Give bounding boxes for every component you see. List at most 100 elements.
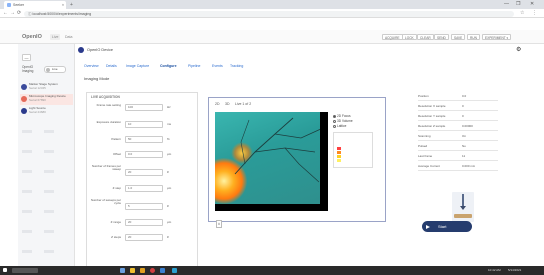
acquire-button[interactable]: ACQUIRE (382, 34, 403, 40)
start-label: Start (438, 224, 447, 229)
status-row: Position 0.0 (418, 92, 498, 101)
back-icon[interactable]: ← (3, 10, 8, 16)
microscope-image[interactable] (215, 112, 328, 204)
status-label: Resolution X sample (418, 104, 446, 108)
favicon-icon (7, 3, 11, 7)
field-label: Number of frames per sweep (91, 164, 121, 172)
main-panel: OpenIO Device ⚙ Overview Details Image C… (76, 44, 526, 272)
status-label: Pulsed (418, 144, 428, 148)
frames-per-sweep-input[interactable]: 20 (125, 169, 163, 176)
radio-lattice[interactable]: Lattice (333, 124, 346, 128)
experiment-dropdown[interactable]: EXPERIMENT ▾ (482, 34, 512, 40)
collapse-button[interactable]: — (22, 54, 31, 61)
bookmark-star-icon[interactable]: ☆ (520, 10, 524, 16)
browser-tab-label: Seeker (13, 3, 25, 7)
status-value: 0 (462, 114, 464, 118)
status-row: Resolution Y sample 0 (418, 112, 498, 121)
sidebar-item-device-2[interactable]: Microscope Imaging Device Serial 67890 (20, 94, 73, 105)
tab-tracking[interactable]: Tracking (230, 64, 243, 68)
field-unit: % (167, 137, 170, 141)
taskbar-app-icon[interactable] (172, 268, 177, 273)
save-button[interactable]: SAVE (451, 34, 466, 40)
taskbar-app-icon[interactable] (120, 268, 125, 273)
sidebar-item-device-1[interactable]: Marker Stage System Serial 12345 (20, 82, 73, 93)
image-viewer: 2D 3D Live 1 of 2 2D Focus 3D Volume Lat… (208, 97, 386, 222)
maximize-icon[interactable]: ❐ (516, 1, 520, 7)
reload-icon[interactable]: ⟳ (17, 10, 21, 16)
z-step-input[interactable]: 1.0 (125, 185, 163, 192)
viewer-control-button[interactable]: ⇕ (216, 220, 222, 228)
tab-pipeline[interactable]: Pipeline (188, 64, 200, 68)
settings-gear-icon[interactable]: ⚙ (516, 46, 521, 53)
os-taskbar: 10:42 AM 5/14/2021 (0, 266, 544, 275)
viewer-tab-3d[interactable]: 3D (225, 102, 229, 106)
start-button[interactable]: Start (422, 221, 472, 232)
instrument-illustration (452, 192, 474, 222)
status-value: 0.00000 (462, 124, 473, 128)
tab-configure[interactable]: Configure (160, 64, 177, 68)
status-label: Resolution Y sample (418, 114, 446, 118)
neuron-branches (234, 117, 324, 183)
taskbar-app-icon[interactable] (160, 268, 165, 273)
radio-icon (333, 119, 336, 123)
sidebar-item-device-3[interactable]: Light Source Serial 24680 (20, 106, 73, 117)
windows-start-icon[interactable] (3, 268, 7, 272)
radio-2d-focus[interactable]: 2D Focus (333, 114, 351, 118)
z-range-input[interactable]: 20 (125, 219, 163, 226)
close-window-icon[interactable]: ✕ (530, 1, 534, 7)
taskbar-search-icon[interactable] (12, 268, 38, 273)
pattern-input[interactable]: 50 (125, 136, 163, 143)
browser-menu-icon[interactable]: ⋮ (532, 10, 537, 16)
header-tab-live[interactable]: Live (50, 34, 61, 40)
status-panel: Position 0.0 Resolution X sample 0 Resolut… (418, 92, 498, 188)
folder-icon[interactable] (130, 268, 135, 273)
viewer-tab-2d[interactable]: 2D (215, 102, 219, 106)
radio-label: 2D Focus (337, 114, 351, 118)
status-label: Scanning (418, 134, 431, 138)
lock-button[interactable]: LOCK (402, 34, 417, 40)
status-row: Last frame 11 (418, 152, 498, 161)
image-side-strip (320, 112, 328, 204)
device-sidebar: — OpenIO Imaging Live Marker Stage Syste… (18, 44, 75, 266)
tab-overview[interactable]: Overview (84, 64, 99, 68)
status-row: Resolution X sample 0 (418, 102, 498, 111)
status-value: 11 (462, 154, 466, 158)
tab-details[interactable]: Details (106, 64, 117, 68)
z-steps-input[interactable]: 20 (125, 234, 163, 241)
taskbar-app-icon[interactable] (140, 268, 145, 273)
field-unit: Hz (167, 105, 171, 109)
image-bottom-strip (215, 204, 328, 211)
field-label: Number of sweeps per cycle (90, 198, 121, 206)
chrome-icon[interactable] (150, 268, 155, 273)
browser-tab-bar: Seeker × + — ❐ ✕ (0, 0, 544, 9)
exposure-input[interactable]: 10 (125, 121, 163, 128)
tab-events[interactable]: Events (212, 64, 223, 68)
clear-button[interactable]: CLEAR (417, 34, 434, 40)
device-serial: Serial 24680 (29, 109, 46, 114)
tab-image-capture[interactable]: Image Capture (126, 64, 149, 68)
send-button[interactable]: SEND (434, 34, 449, 40)
sweeps-per-cycle-input[interactable]: 5 (125, 203, 163, 210)
field-unit: # (167, 235, 169, 239)
minimize-icon[interactable]: — (504, 1, 509, 7)
device-serial: Serial 12345 (29, 85, 46, 90)
radio-3d-volume[interactable]: 3D Volume (333, 119, 353, 123)
taskbar-date: 5/14/2021 (508, 268, 522, 272)
new-tab-button[interactable]: + (70, 2, 73, 8)
app-header: OpenIO Live Data ACQUIRE LOCK CLEAR SEND… (0, 30, 544, 44)
sidebar-placeholder-grid (22, 130, 70, 260)
play-icon (426, 224, 430, 229)
run-button[interactable]: RUN (467, 34, 480, 40)
url-input[interactable]: ⓘ localhost:5000/#/experiments/imaging (24, 10, 514, 17)
forward-icon[interactable]: → (10, 10, 15, 16)
device-title: OpenIO Device (87, 48, 113, 52)
offset-input[interactable]: 0.0 (125, 151, 163, 158)
live-toggle[interactable]: Live (44, 66, 66, 73)
status-label: Resolution Z sample (418, 124, 446, 128)
header-tab-data[interactable]: Data (63, 34, 74, 40)
toggle-knob (46, 68, 50, 72)
frame-rate-input[interactable]: 100 (125, 104, 163, 111)
browser-tab[interactable]: Seeker × (4, 1, 66, 9)
close-tab-icon[interactable]: × (62, 3, 64, 7)
status-value: No (462, 144, 466, 148)
